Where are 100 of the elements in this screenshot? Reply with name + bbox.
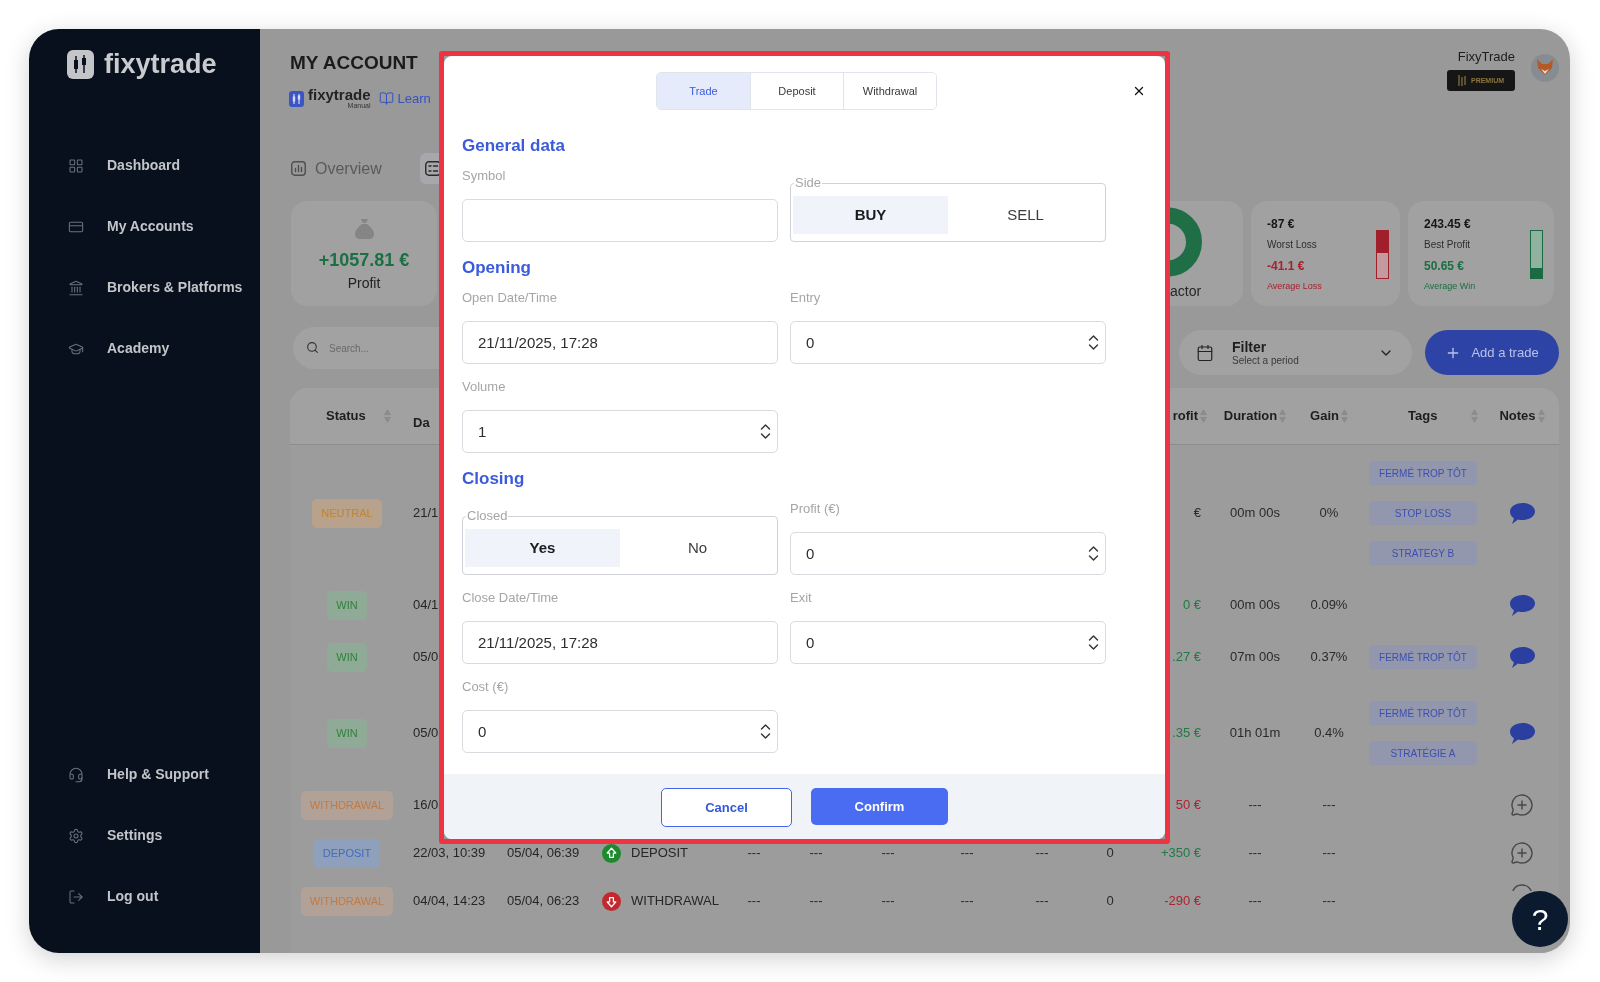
confirm-button[interactable]: Confirm [811,788,948,825]
column-header[interactable]: Duration [1223,406,1278,426]
table-cell-text: --- [881,892,895,911]
table-cell-text: € [1193,504,1201,523]
date-time-field[interactable]: 21/11/2025, 17:28 [462,321,778,364]
close-icon[interactable] [1132,84,1146,98]
column-header[interactable]: rofit [1172,406,1198,426]
number-field[interactable]: 0 [790,532,1106,575]
tag: STRATEGY B [1369,541,1477,565]
profit-label: Profit [347,275,381,291]
tag: STRATÉGIE A [1369,741,1477,765]
table-cell-text: 0% [1319,504,1339,523]
table-cell-text: .35 € [1172,724,1201,743]
column-header[interactable]: Tags [1408,406,1438,426]
nav-item[interactable]: Academy [29,318,260,379]
field-label: Exit [790,591,813,605]
nav-item[interactable]: Dashboard [29,135,260,196]
number-field[interactable]: 1 [462,410,778,453]
stepper-icon[interactable] [1088,545,1099,562]
segment-option[interactable]: Yes [465,529,620,567]
status-badge: DEPOSIT [313,838,381,868]
stepper-icon[interactable] [760,423,771,440]
table-cell-text: 0 € [1182,596,1201,615]
table-cell-text: --- [809,844,823,863]
logo-icon [67,49,94,79]
donut-chart-drawing [1170,207,1202,277]
add-comment-icon[interactable] [1510,793,1534,817]
number-field[interactable]: 0 [462,710,778,753]
speech-bubble-icon[interactable] [1509,502,1535,524]
number-field[interactable]: 0 [790,321,1106,364]
status-badge: WITHDRAWAL [300,790,394,820]
table-cell-text: --- [809,892,823,911]
add-trade-button[interactable]: Add a trade [1425,330,1559,375]
number-field[interactable]: 0 [790,621,1106,664]
tag: FERMÉ TROP TÔT [1369,461,1477,485]
stat-value: -87 € [1267,217,1296,232]
table-cell-text: --- [1322,796,1336,815]
table-cell-text: WITHDRAWAL [631,892,719,911]
column-header[interactable]: Da [413,413,430,433]
view-tab[interactable] [419,153,441,184]
section-title: General data [462,136,566,156]
table-cell-text: 16/0 [413,796,439,815]
table-cell-text: 04/1 [413,596,439,615]
speech-bubble-icon[interactable] [1509,722,1535,744]
tag: FERMÉ TROP TÔT [1369,645,1477,669]
field-label: Entry [790,291,822,305]
section-title: Closing [462,469,526,489]
table-cell-text: 0 [1106,844,1114,863]
logo-icon [289,90,304,107]
bank-icon [68,279,84,296]
table-cell-text: 0.37% [1310,648,1348,667]
dialog-tab[interactable]: Withdrawal [843,73,936,109]
speech-bubble-icon[interactable] [1509,594,1535,616]
stepper-icon[interactable] [1088,634,1099,651]
column-header[interactable]: Status [326,406,366,426]
stepper-icon[interactable] [760,723,771,740]
logo-text: fixytrade [104,49,217,79]
table-cell-text: --- [1322,892,1336,911]
table-cell-text: 01h 01m [1229,724,1281,743]
status-badge: WIN [327,642,367,672]
nav-item[interactable]: Brokers & Platforms [29,257,260,318]
period-filter[interactable]: Filter Select a period [1179,330,1412,375]
table-cell-text: --- [960,844,974,863]
logo-text: fixytrade [308,87,371,102]
nav-item[interactable]: Settings [29,805,260,866]
date-time-field[interactable]: 21/11/2025, 17:28 [462,621,778,664]
nav-item[interactable]: Log out [29,866,260,927]
field-label: Closed [466,509,509,523]
table-cell-text: 21/1 [413,504,439,523]
nav-item[interactable]: Help & Support [29,744,260,805]
list-icon [424,161,441,176]
page-title: MY ACCOUNT [290,51,419,75]
column-header[interactable]: Gain [1310,406,1339,426]
add-comment-icon[interactable] [1510,841,1534,865]
book-icon [378,91,394,106]
cancel-button[interactable]: Cancel [661,788,792,827]
field-label: Side [794,176,823,190]
nav-item[interactable]: My Accounts [29,196,260,257]
field-label: Open Date/Time [462,291,558,305]
column-header[interactable]: Notes [1499,406,1536,426]
text-field[interactable] [462,199,778,242]
table-cell-text: --- [1035,844,1049,863]
stepper-icon[interactable] [1088,334,1099,351]
segment-option[interactable]: BUY [793,196,948,234]
section-title: Opening [462,258,532,278]
speech-bubble-icon[interactable] [1509,646,1535,668]
dashboard-icon [68,157,84,174]
table-cell-text: 05/04, 06:23 [507,892,580,911]
bar-chart-icon [291,161,306,176]
stat-label: actor [1170,283,1203,299]
table-cell-text: 0.4% [1314,724,1344,743]
stat-label: Worst Loss [1267,238,1318,251]
dialog-tab[interactable]: Trade [657,73,750,109]
table-cell-text: DEPOSIT [631,844,689,863]
status-badge: NEUTRAL [312,498,382,528]
table-cell-text: --- [1248,844,1262,863]
table-cell-text: 05/04, 06:39 [507,844,580,863]
average-label: Average Win [1424,280,1476,292]
average-value: 50.65 € [1424,259,1466,274]
add-comment-icon[interactable] [1510,883,1534,891]
